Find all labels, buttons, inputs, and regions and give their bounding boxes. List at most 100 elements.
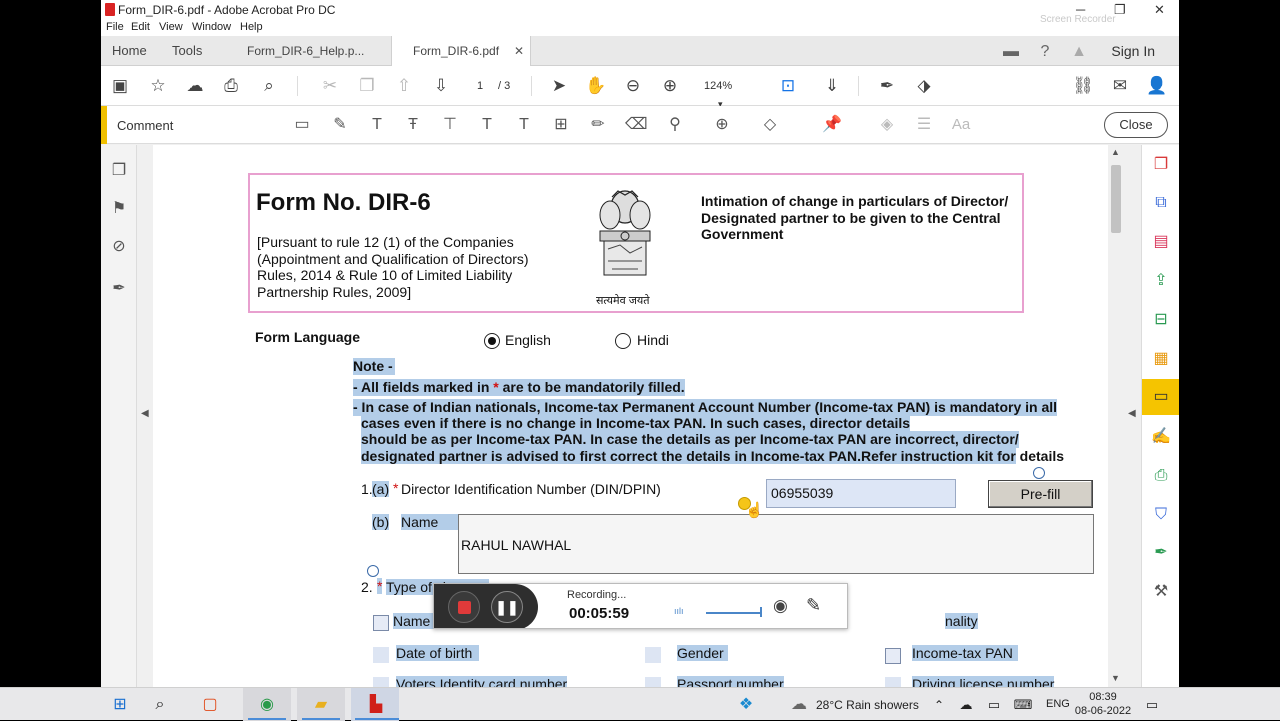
zoom-level-select[interactable]: 124% ▾ (704, 77, 750, 109)
comment-tool-icon[interactable]: ▭ (1151, 387, 1171, 407)
fill-and-sign-icon[interactable]: ✍ (1151, 427, 1171, 447)
keyboard-tray-icon[interactable]: ⌨ (1012, 694, 1034, 716)
add-text-icon[interactable]: T (513, 115, 535, 135)
pause-recording-button[interactable]: ❚❚ (491, 591, 523, 623)
bookmark-star-icon[interactable]: ☆ (147, 76, 169, 96)
cloud-upload-icon[interactable]: ☁ (184, 76, 206, 96)
checkbox-name-of-director[interactable] (373, 615, 389, 631)
close-window-button[interactable]: ✕ (1154, 2, 1165, 18)
checkbox-date-of-birth[interactable] (373, 647, 389, 663)
eraser-icon[interactable]: ⌫ (625, 115, 648, 135)
checkbox-driving-license[interactable] (885, 677, 901, 687)
next-page-icon[interactable]: ⇩ (430, 76, 452, 96)
scroll-mode-icon[interactable]: ⇓ (821, 76, 843, 96)
selection-handle-end[interactable] (1033, 467, 1045, 479)
close-comment-button[interactable]: Close (1104, 112, 1168, 138)
menu-help[interactable]: Help (240, 21, 263, 33)
vertical-scrollbar[interactable]: ▲ ▼ (1108, 145, 1124, 687)
attachments-icon[interactable]: ⊘ (109, 237, 129, 257)
weather-status[interactable]: 28°C Rain showers (816, 698, 919, 712)
english-radio[interactable] (484, 333, 500, 349)
prefill-button[interactable]: Pre-fill (988, 480, 1093, 508)
collapse-right-pane-icon[interactable]: ◀ (1128, 408, 1136, 419)
menu-edit[interactable]: Edit (131, 21, 150, 33)
din-input[interactable]: 06955039 (766, 479, 956, 508)
weather-icon[interactable]: ☁ (788, 694, 810, 716)
hindi-radio[interactable] (615, 333, 631, 349)
menu-file[interactable]: File (106, 21, 124, 33)
search-icon[interactable]: ⌕ (258, 76, 280, 96)
stamp-icon[interactable]: ⚲ (664, 115, 686, 135)
insert-text-icon[interactable]: T (476, 115, 498, 135)
notification-bell-icon[interactable]: ▲ (1069, 42, 1089, 62)
chrome-icon[interactable]: ◉ (256, 694, 278, 716)
text-box-icon[interactable]: ⊞ (550, 115, 572, 135)
share-tag-icon[interactable]: ⬗ (913, 76, 935, 96)
tab-home[interactable]: Home (112, 36, 147, 66)
webcam-icon[interactable]: ◉ (773, 596, 788, 616)
help-icon[interactable]: ? (1035, 42, 1055, 62)
audio-volume-slider[interactable] (706, 612, 762, 614)
select-cursor-icon[interactable]: ➤ (548, 76, 570, 96)
acrobat-icon[interactable]: ▙ (365, 694, 387, 716)
attach-icon[interactable]: ⊕ (711, 115, 733, 135)
collapse-left-pane-icon[interactable]: ◀ (141, 408, 149, 419)
show-hidden-icons-icon[interactable]: ⌃ (928, 694, 950, 716)
combine-files-icon[interactable]: ⧉ (1151, 193, 1171, 213)
page-number-input[interactable]: 1 (468, 77, 492, 95)
tab-tools[interactable]: Tools (172, 36, 202, 66)
edit-pdf-icon[interactable]: ⊟ (1151, 310, 1171, 330)
selection-handle-start[interactable] (367, 565, 379, 577)
link-icon[interactable]: ⛓ (1072, 76, 1094, 96)
page-fit-icon[interactable]: ⊡ (777, 76, 799, 96)
notifications-icon[interactable]: ▭ (1141, 694, 1163, 716)
network-tray-icon[interactable]: ▭ (983, 694, 1005, 716)
taskbar-search-icon[interactable]: ⌕ (149, 694, 171, 716)
dropbox-tray-icon[interactable]: ❖ (735, 694, 757, 716)
more-tools-icon[interactable]: ⚒ (1151, 582, 1171, 602)
tab-help-document[interactable]: Form_DIR-6_Help.p... (231, 36, 391, 66)
office-app-icon[interactable]: ▢ (199, 694, 221, 716)
menu-view[interactable]: View (159, 21, 183, 33)
email-icon[interactable]: ✉ (1109, 76, 1131, 96)
scroll-up-icon[interactable]: ▲ (1111, 147, 1120, 157)
scroll-down-icon[interactable]: ▼ (1111, 673, 1120, 683)
signature-icon[interactable]: ✒ (109, 279, 129, 299)
save-icon[interactable]: ▣ (109, 76, 131, 96)
create-pdf-icon[interactable]: ❐ (1151, 155, 1171, 175)
checkbox-voters-id[interactable] (373, 677, 389, 687)
highlight-icon[interactable]: ✎ (329, 115, 351, 135)
shapes-icon[interactable]: ◇ (759, 115, 781, 135)
zoom-out-icon[interactable]: ⊖ (622, 76, 644, 96)
print-icon[interactable]: ⎙ (220, 76, 242, 96)
print-production-icon[interactable]: ⎙ (1151, 466, 1171, 486)
scan-icon[interactable]: ▦ (1151, 349, 1171, 369)
add-user-icon[interactable]: 👤 (1146, 76, 1168, 96)
bookmarks-icon[interactable]: ⚑ (109, 199, 129, 219)
cloud-sync-tray-icon[interactable]: ☁ (955, 694, 977, 716)
name-field[interactable]: RAHUL NAWHAL (458, 514, 1094, 574)
draw-pen-icon[interactable]: ✎ (806, 595, 821, 616)
hand-tool-icon[interactable]: ✋ (585, 76, 607, 96)
scrollbar-thumb[interactable] (1111, 165, 1121, 233)
strikethrough-icon[interactable]: Ŧ (402, 115, 424, 135)
checkbox-gender[interactable] (645, 647, 661, 663)
organize-pages-icon[interactable]: ▤ (1151, 232, 1171, 252)
replace-text-icon[interactable]: ⊤ (439, 115, 461, 135)
chat-icon[interactable]: ▬ (1001, 42, 1021, 62)
protect-shield-icon[interactable]: ⛉ (1151, 505, 1171, 525)
windows-start-icon[interactable]: ⊞ (109, 694, 131, 716)
system-clock[interactable]: 08:39 08-06-2022 (1073, 690, 1133, 718)
tab-form-document[interactable]: Form_DIR-6.pdf ✕ (391, 36, 531, 66)
sticky-note-icon[interactable]: ▭ (291, 115, 313, 135)
request-signature-icon[interactable]: ✒ (1151, 543, 1171, 563)
sign-in-link[interactable]: Sign In (1111, 43, 1155, 59)
fill-sign-icon[interactable]: ✒ (876, 76, 898, 96)
pencil-icon[interactable]: ✏ (587, 115, 609, 135)
page-thumbnails-icon[interactable]: ❐ (109, 161, 129, 181)
menu-window[interactable]: Window (192, 21, 231, 33)
zoom-in-icon[interactable]: ⊕ (659, 76, 681, 96)
underline-text-icon[interactable]: T (366, 115, 388, 135)
export-pdf-icon[interactable]: ⇪ (1151, 271, 1171, 291)
close-tab-icon[interactable]: ✕ (514, 36, 524, 66)
